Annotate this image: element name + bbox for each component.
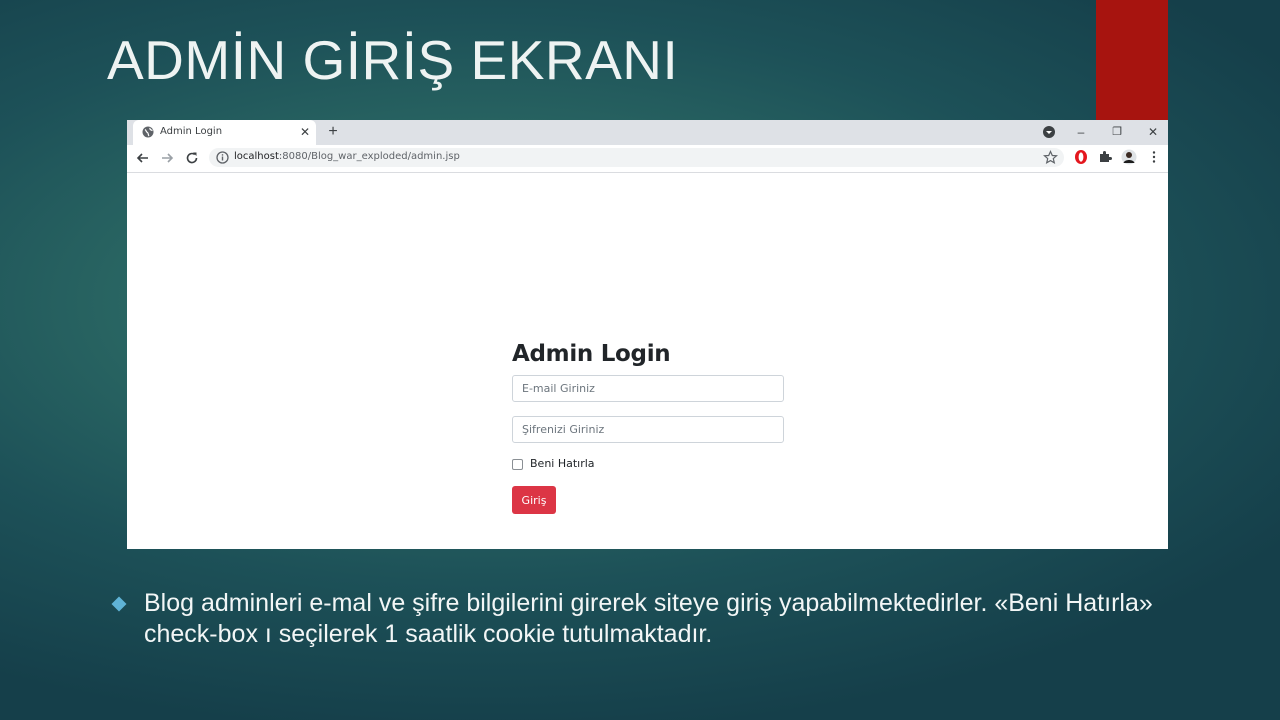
tab-admin-login[interactable]: Admin Login ✕ [133, 120, 316, 145]
remember-me-checkbox[interactable] [512, 459, 523, 470]
url-host: localhost [234, 151, 279, 162]
url-text[interactable]: localhost:8080/Blog_war_exploded/admin.j… [234, 151, 460, 162]
tab-title: Admin Login [160, 126, 223, 137]
slide-title: ADMİN GİRİŞ EKRANI [107, 29, 679, 91]
minimize-button[interactable]: – [1071, 123, 1091, 141]
url-path: :8080/Blog_war_exploded/admin.jsp [278, 151, 460, 162]
profile-avatar-icon[interactable] [1121, 149, 1137, 165]
opera-extension-icon[interactable] [1073, 149, 1089, 165]
forward-arrow-icon[interactable] [159, 150, 175, 166]
close-tab-icon[interactable]: ✕ [298, 124, 312, 140]
tab-strip: Admin Login ✕ + – ❐ ✕ [127, 120, 1168, 145]
globe-icon [142, 126, 154, 138]
reload-icon[interactable] [184, 150, 200, 166]
diamond-bullet-icon [111, 596, 127, 612]
login-form-lower: Beni Hatırla Giriş [512, 173, 784, 573]
back-arrow-icon[interactable] [135, 150, 151, 166]
restore-button[interactable]: ❐ [1107, 123, 1127, 141]
tab-search-icon[interactable] [1041, 124, 1057, 140]
close-window-button[interactable]: ✕ [1143, 123, 1163, 141]
extensions-puzzle-icon[interactable] [1097, 149, 1113, 165]
accent-bar [1096, 0, 1168, 120]
info-icon[interactable] [216, 151, 229, 164]
address-bar[interactable]: localhost:8080/Blog_war_exploded/admin.j… [209, 148, 1064, 167]
remember-me-label: Beni Hatırla [530, 457, 595, 470]
new-tab-button[interactable]: + [326, 122, 340, 142]
browser-toolbar: localhost:8080/Blog_war_exploded/admin.j… [127, 145, 1168, 173]
menu-dots-icon[interactable] [1146, 149, 1162, 165]
bullet-text: Blog adminleri e-mal ve şifre bilgilerin… [144, 589, 1153, 648]
login-submit-button[interactable]: Giriş [512, 486, 556, 514]
bookmark-star-icon[interactable] [1043, 150, 1058, 165]
